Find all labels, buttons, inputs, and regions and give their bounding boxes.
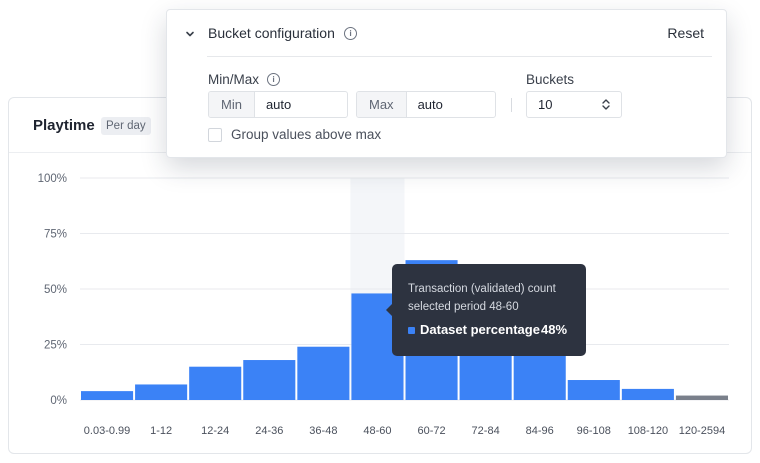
group-above-max-label: Group values above max <box>231 127 382 142</box>
divider <box>207 56 712 57</box>
tooltip-value: 48% <box>541 322 568 337</box>
histogram-bar <box>135 384 188 400</box>
series-swatch <box>408 327 415 334</box>
select-arrows-icon <box>602 99 610 110</box>
reset-button[interactable]: Reset <box>667 25 704 41</box>
tooltip-period: selected period 48-60 <box>408 301 519 313</box>
tooltip-arrow <box>386 304 392 316</box>
minmax-label: Min/Max <box>208 72 260 87</box>
x-tick-label: 120-2594 <box>679 425 726 437</box>
y-tick-label: 0% <box>50 395 67 407</box>
x-tick-label: 96-108 <box>577 425 611 437</box>
min-addon: Min <box>209 92 255 117</box>
tooltip-title: Transaction (validated) count <box>408 283 556 295</box>
histogram-bar <box>567 380 620 400</box>
max-input[interactable]: Max auto <box>356 91 496 118</box>
max-value[interactable]: auto <box>407 92 454 117</box>
min-value[interactable]: auto <box>255 92 302 117</box>
y-tick-label: 75% <box>44 229 67 241</box>
info-icon[interactable]: i <box>344 27 357 40</box>
buckets-label: Buckets <box>526 72 575 87</box>
histogram-bar <box>81 391 134 400</box>
chevron-down-icon[interactable] <box>184 28 196 40</box>
max-addon: Max <box>357 92 407 117</box>
histogram-bar <box>297 346 350 400</box>
tooltip-series-label: Dataset percentage <box>420 322 540 337</box>
bucket-configuration-popover: Bucket configuration i Reset Min/Max i B… <box>166 9 727 158</box>
buckets-value: 10 <box>538 97 553 112</box>
x-tick-label: 24-36 <box>255 425 283 437</box>
x-tick-label: 108-120 <box>628 425 668 437</box>
minmax-info-icon[interactable]: i <box>267 73 280 86</box>
x-tick-label: 12-24 <box>201 425 229 437</box>
x-tick-label: 1-12 <box>150 425 172 437</box>
x-tick-label: 36-48 <box>309 425 337 437</box>
field-separator <box>511 98 512 112</box>
group-above-max-checkbox[interactable] <box>208 128 222 142</box>
x-tick-label: 72-84 <box>472 425 500 437</box>
x-tick-label: 84-96 <box>526 425 554 437</box>
x-tick-label: 60-72 <box>417 425 445 437</box>
x-tick-label: 0.03-0.99 <box>84 425 130 437</box>
y-tick-label: 25% <box>44 340 67 352</box>
popover-title: Bucket configuration <box>208 25 335 41</box>
histogram-bar <box>675 395 728 400</box>
x-tick-label: 48-60 <box>363 425 391 437</box>
chart-tooltip: Transaction (validated) count selected p… <box>386 264 586 356</box>
min-input[interactable]: Min auto <box>208 91 348 118</box>
buckets-select[interactable]: 10 <box>526 91 622 118</box>
y-tick-label: 100% <box>38 173 67 185</box>
histogram-bar <box>243 360 296 400</box>
y-tick-label: 50% <box>44 284 67 296</box>
histogram-bar <box>189 366 242 400</box>
histogram-bar <box>621 388 674 400</box>
